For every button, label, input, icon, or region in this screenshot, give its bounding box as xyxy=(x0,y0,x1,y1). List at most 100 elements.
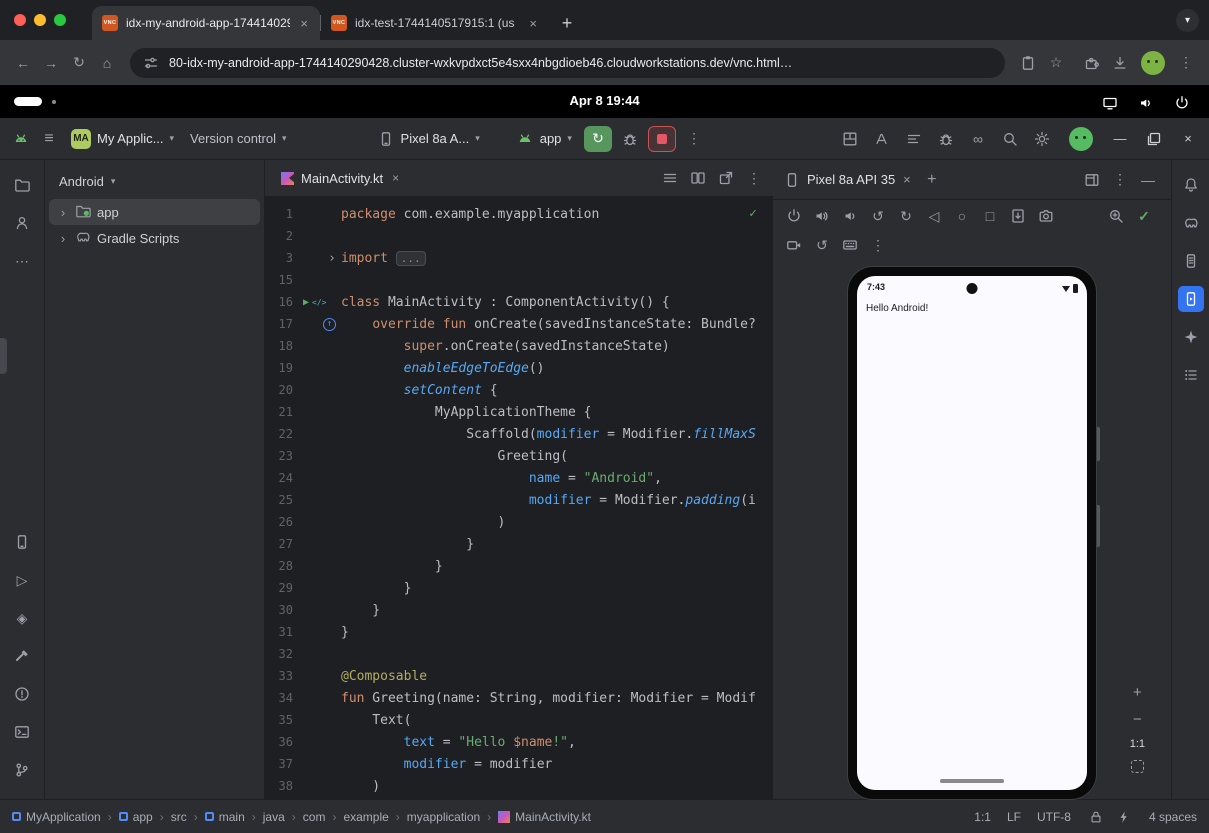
screen-record-icon[interactable] xyxy=(781,232,807,258)
structure-icon[interactable] xyxy=(1178,362,1204,388)
browser-tab[interactable]: VNCidx-my-android-app-1744140290428× xyxy=(92,6,320,40)
line-number[interactable]: 28 xyxy=(265,559,301,573)
breadcrumb-item[interactable]: java xyxy=(263,810,285,824)
line-number[interactable]: 20 xyxy=(265,383,301,397)
breadcrumb-item[interactable]: main xyxy=(205,810,245,824)
code-text[interactable]: ) xyxy=(341,779,773,794)
cursor-position[interactable]: 1:1 xyxy=(974,810,991,824)
browser-tab[interactable]: VNCidx-test-1744140517915:1 (us× xyxy=(321,6,549,40)
breadcrumb-item[interactable]: example xyxy=(343,810,388,824)
code-line[interactable]: 20 setContent { xyxy=(265,379,773,401)
code-area[interactable]: ✓ 1package com.example.myapplication23›i… xyxy=(265,197,773,799)
ide-profile-avatar[interactable] xyxy=(1069,127,1093,151)
maximize-window-button[interactable] xyxy=(54,14,66,26)
code-text[interactable]: Greeting( xyxy=(341,449,773,464)
project-icon[interactable] xyxy=(9,172,35,198)
code-line[interactable]: 1package com.example.myapplication xyxy=(265,203,773,225)
code-text[interactable]: setContent { xyxy=(341,383,773,398)
line-number[interactable]: 19 xyxy=(265,361,301,375)
line-number[interactable]: 1 xyxy=(265,207,301,221)
device-tab-close-icon[interactable]: × xyxy=(901,172,913,187)
chevron-right-icon[interactable]: › xyxy=(57,205,69,220)
line-number[interactable]: 16 xyxy=(265,295,301,309)
lock-icon[interactable] xyxy=(1087,808,1105,826)
line-number[interactable]: 24 xyxy=(265,471,301,485)
settings-icon[interactable] xyxy=(1029,126,1055,152)
url-bar[interactable]: 80-idx-my-android-app-1744140290428.clus… xyxy=(130,48,1005,78)
tab-close-icon[interactable]: × xyxy=(527,16,539,31)
run-config-selector[interactable]: app ▾ xyxy=(509,126,579,152)
line-number[interactable]: 37 xyxy=(265,757,301,771)
version-control-icon[interactable] xyxy=(9,757,35,783)
code-line[interactable]: 30 } xyxy=(265,599,773,621)
snapshot-icon[interactable] xyxy=(1005,203,1031,229)
browser-menu-icon[interactable]: ⋮ xyxy=(1173,50,1199,76)
app-quality-insights-icon[interactable]: ◈ xyxy=(9,605,35,631)
minimize-window-button[interactable] xyxy=(34,14,46,26)
device-streaming-icon[interactable]: ∞ xyxy=(965,126,991,152)
problems-icon[interactable] xyxy=(9,681,35,707)
device-manager-icon[interactable] xyxy=(9,529,35,555)
new-tab-button[interactable]: + xyxy=(553,9,581,37)
run-more-icon[interactable]: ⋮ xyxy=(681,126,707,152)
code-line[interactable]: 23 Greeting( xyxy=(265,445,773,467)
line-number[interactable]: 3 xyxy=(265,251,301,265)
device-explorer-icon[interactable] xyxy=(1178,248,1204,274)
gutter[interactable]: ↑ xyxy=(301,318,341,331)
indent-setting[interactable]: 4 spaces xyxy=(1149,810,1197,824)
forward-icon[interactable]: → xyxy=(38,50,64,76)
device-tab-label[interactable]: Pixel 8a API 35 xyxy=(807,172,895,187)
code-text[interactable]: override fun onCreate(savedInstanceState… xyxy=(341,317,773,332)
rotate-left-icon[interactable]: ↺ xyxy=(865,203,891,229)
line-number[interactable]: 32 xyxy=(265,647,301,661)
minimize-icon[interactable]: — xyxy=(1107,126,1133,152)
device-frame[interactable]: 7:43 Hello Android! xyxy=(847,266,1097,800)
main-menu-icon[interactable]: ≡ xyxy=(36,126,62,152)
code-text[interactable]: enableEdgeToEdge() xyxy=(341,361,773,376)
code-text[interactable]: class MainActivity : ComponentActivity()… xyxy=(341,295,773,310)
desktop-clock[interactable]: Apr 8 19:44 xyxy=(0,93,1209,108)
notifications-icon[interactable] xyxy=(1178,172,1204,198)
rotate-right-icon[interactable]: ↻ xyxy=(893,203,919,229)
run-icon[interactable]: ▷ xyxy=(9,567,35,593)
layout-icon[interactable] xyxy=(1079,167,1105,193)
extensions-icon[interactable] xyxy=(1079,50,1105,76)
download-icon[interactable] xyxy=(1107,50,1133,76)
code-line[interactable]: 19 enableEdgeToEdge() xyxy=(265,357,773,379)
file-encoding[interactable]: UTF-8 xyxy=(1037,810,1071,824)
code-text[interactable]: } xyxy=(341,603,773,618)
navigation-pill[interactable] xyxy=(940,779,1004,783)
code-text[interactable]: text = "Hello $name!", xyxy=(341,735,773,750)
chevron-right-icon[interactable]: › xyxy=(57,231,69,246)
rename-icon[interactable] xyxy=(869,126,895,152)
kebab-icon[interactable]: ⋮ xyxy=(741,165,767,191)
line-number[interactable]: 35 xyxy=(265,713,301,727)
code-line[interactable]: 34fun Greeting(name: String, modifier: M… xyxy=(265,687,773,709)
zoom-level[interactable]: 1:1 xyxy=(1130,738,1145,750)
line-number[interactable]: 33 xyxy=(265,669,301,683)
code-text[interactable]: modifier = Modifier.padding(i xyxy=(341,493,773,508)
code-line[interactable]: 37 modifier = modifier xyxy=(265,753,773,775)
kebab-icon[interactable]: ⋮ xyxy=(865,232,891,258)
device-selector[interactable]: Pixel 8a A... ▾ xyxy=(370,126,487,152)
code-line[interactable]: 36 text = "Hello $name!", xyxy=(265,731,773,753)
breadcrumb-item[interactable]: MyApplication xyxy=(12,810,101,824)
line-separator[interactable]: LF xyxy=(1007,810,1021,824)
project-widget[interactable]: MA My Applic... ▾ xyxy=(64,125,181,153)
back-nav-icon[interactable]: ◁ xyxy=(921,203,947,229)
stop-button[interactable] xyxy=(648,126,676,152)
tree-item-gradle-scripts[interactable]: ›Gradle Scripts xyxy=(49,225,260,251)
build-icon[interactable] xyxy=(9,643,35,669)
gutter[interactable]: ▶</> xyxy=(301,297,341,308)
editor-tab-mainactivity[interactable]: MainActivity.kt × xyxy=(271,160,411,196)
editor-tab-close-icon[interactable]: × xyxy=(390,171,401,185)
line-number[interactable]: 27 xyxy=(265,537,301,551)
code-text[interactable]: @Composable xyxy=(341,669,773,684)
code-text[interactable]: import ... xyxy=(341,251,773,266)
override-icon[interactable]: ↑ xyxy=(323,318,336,331)
list-icon[interactable] xyxy=(657,165,683,191)
url-text[interactable]: 80-idx-my-android-app-1744140290428.clus… xyxy=(169,56,792,70)
zoom-in-button[interactable]: + xyxy=(1133,684,1142,701)
inspection-status-icon[interactable]: ✓ xyxy=(749,206,757,221)
fold-arrow-icon[interactable]: › xyxy=(328,251,341,266)
